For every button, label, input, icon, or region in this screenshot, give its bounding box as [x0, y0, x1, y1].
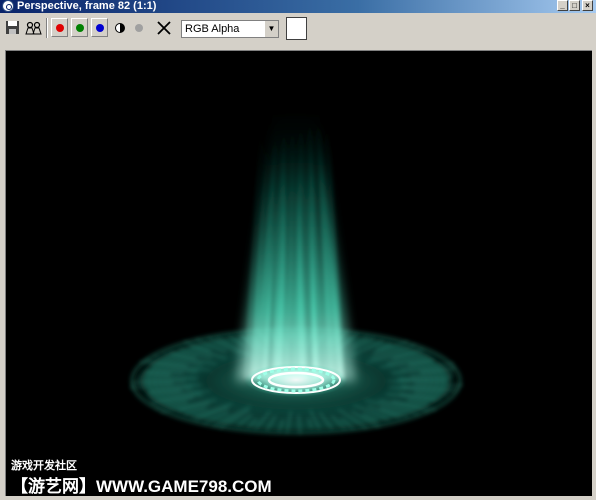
separator — [46, 18, 48, 38]
blue-channel-button[interactable] — [91, 18, 108, 37]
blue-channel-icon — [96, 24, 104, 32]
color-swatch[interactable] — [286, 17, 307, 40]
window-title: Perspective, frame 82 (1:1) — [17, 0, 157, 12]
red-channel-icon — [56, 24, 64, 32]
minimize-button[interactable]: _ — [557, 0, 568, 11]
maximize-button[interactable]: □ — [569, 0, 580, 11]
watermark-line-2: 【游艺网】WWW.GAME798.COM — [11, 477, 272, 496]
app-icon[interactable] — [2, 0, 14, 12]
clear-icon — [157, 21, 171, 35]
chevron-down-icon[interactable]: ▼ — [264, 21, 278, 37]
watermark-line-1: 游戏开发社区 — [11, 460, 77, 472]
green-channel-button[interactable] — [71, 18, 88, 37]
clone-icon — [25, 21, 42, 35]
viewport-frame: 游戏开发社区 【游艺网】WWW.GAME798.COM — [0, 44, 596, 500]
disc-ray — [398, 377, 453, 380]
clone-button[interactable] — [25, 19, 43, 37]
render-canvas: 游戏开发社区 【游艺网】WWW.GAME798.COM — [5, 50, 592, 496]
close-button[interactable]: × — [582, 0, 593, 11]
toolbar: RGB Alpha ▼ — [0, 13, 596, 44]
alpha-icon — [135, 24, 143, 32]
title-bar[interactable]: Perspective, frame 82 (1:1) _ □ × — [0, 0, 596, 13]
mono-button[interactable] — [112, 19, 128, 37]
red-channel-button[interactable] — [51, 18, 68, 37]
mono-icon — [115, 23, 125, 33]
channel-select[interactable]: RGB Alpha ▼ — [181, 20, 279, 38]
clear-button[interactable] — [155, 19, 173, 37]
light-beam-render — [130, 91, 463, 435]
disc-ray — [131, 382, 174, 385]
save-icon — [6, 21, 19, 34]
alpha-button[interactable] — [131, 19, 147, 37]
save-button[interactable] — [5, 19, 21, 37]
green-channel-icon — [76, 24, 84, 32]
channel-select-value: RGB Alpha — [185, 23, 240, 35]
